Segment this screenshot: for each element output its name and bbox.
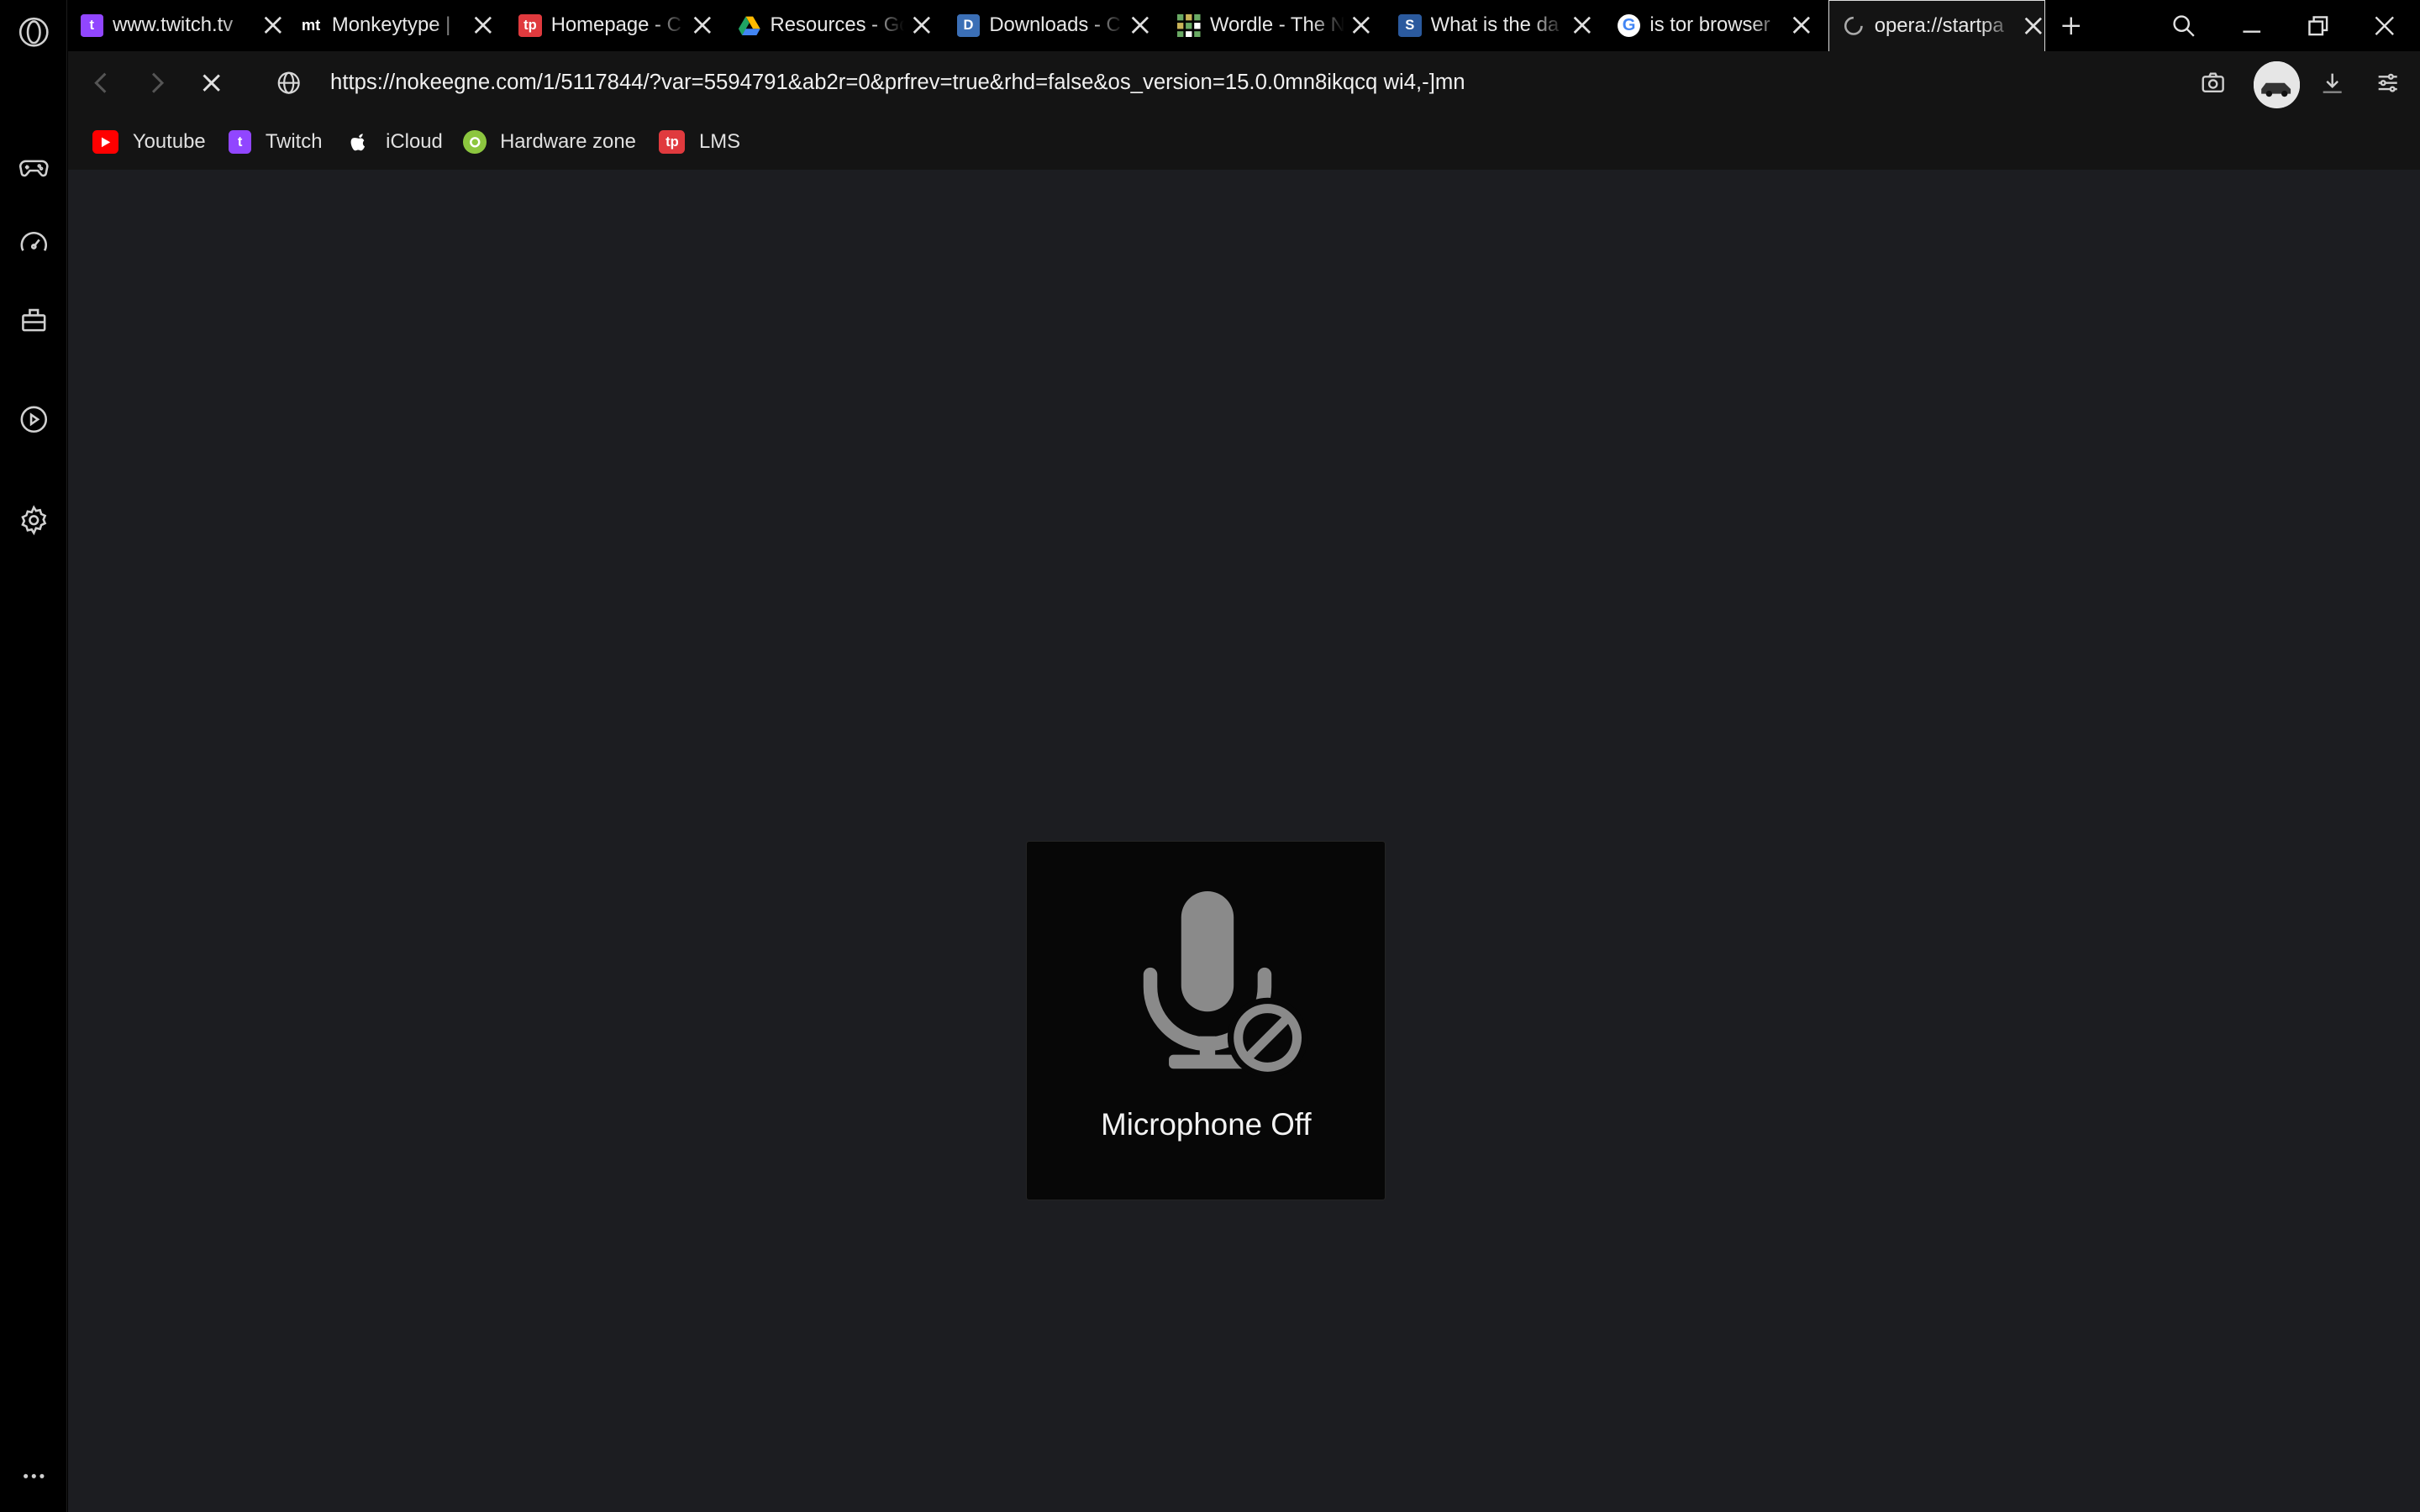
apple-icon — [345, 130, 371, 154]
close-tab-icon[interactable] — [472, 14, 494, 36]
car-avatar-icon — [2253, 61, 2300, 108]
easy-setup-icon[interactable] — [2372, 68, 2403, 99]
page-content: Microphone Off — [67, 170, 2420, 1512]
close-tab-icon[interactable] — [1350, 14, 1372, 36]
back-icon[interactable] — [87, 68, 118, 99]
forward-icon[interactable] — [140, 68, 171, 99]
tab-title: www.twitch.tv — [113, 13, 234, 37]
bookmark-icloud[interactable]: iCloud — [345, 127, 443, 158]
avatar[interactable] — [2253, 61, 2300, 108]
search-icon[interactable] — [2167, 9, 2201, 43]
gamepad-icon[interactable] — [15, 148, 52, 185]
restore-icon[interactable] — [2302, 9, 2335, 43]
bookmark-label: Twitch — [265, 129, 323, 153]
loading-spinner-icon — [1842, 14, 1865, 38]
tp-icon: tp — [518, 13, 542, 38]
more-icon[interactable] — [15, 1458, 52, 1495]
microphone-status-label: Microphone Off — [1101, 1106, 1312, 1142]
youtube-icon — [92, 130, 119, 154]
extensions-icon[interactable] — [15, 301, 52, 338]
tab-title: Monkeytype | — [331, 13, 451, 37]
tab-title: Downloads - C — [989, 13, 1121, 37]
close-tab-icon[interactable] — [1791, 14, 1812, 36]
snapshot-icon[interactable] — [2197, 68, 2228, 99]
tab[interactable]: tp Homepage - C — [518, 0, 713, 51]
twitch-icon: t — [80, 13, 104, 38]
new-tab-icon[interactable] — [2054, 9, 2088, 43]
download-icon[interactable] — [2317, 68, 2348, 99]
tab[interactable]: Wordle - The N — [1177, 0, 1371, 51]
minimize-icon[interactable] — [2235, 9, 2269, 43]
tab[interactable]: Resources - Go — [738, 0, 932, 51]
tab-bar: t www.twitch.tv mt Monkeytype | tp Homep… — [67, 0, 2420, 51]
close-tab-icon[interactable] — [911, 14, 933, 36]
address-bar: https://nokeegne.com/1/5117844/?var=5594… — [67, 50, 2420, 116]
google-icon: G — [1617, 13, 1641, 38]
tp-icon: tp — [659, 130, 686, 154]
bookmark-hardware-zone[interactable]: Hardware zone — [463, 127, 636, 158]
tab-active[interactable]: opera://startpa — [1828, 0, 2045, 51]
tab-title: Wordle - The N — [1209, 13, 1344, 37]
bookmark-label: LMS — [699, 129, 741, 153]
tab-title: Homepage - C — [550, 13, 681, 37]
close-tab-icon[interactable] — [1129, 14, 1151, 36]
close-window-icon[interactable] — [2367, 9, 2401, 43]
monkeytype-icon: mt — [299, 13, 323, 38]
wordle-icon — [1177, 13, 1201, 38]
tab[interactable]: S What is the da — [1398, 0, 1592, 51]
close-tab-icon[interactable] — [2023, 15, 2044, 37]
close-tab-icon[interactable] — [262, 14, 284, 36]
stackexchange-icon: S — [1398, 13, 1422, 38]
bookmarks-bar: Youtube t Twitch iCloud Hardware zone tp… — [67, 115, 2420, 171]
player-icon[interactable] — [15, 402, 52, 438]
bookmark-label: iCloud — [386, 129, 443, 153]
bookmark-twitch[interactable]: t Twitch — [228, 127, 323, 158]
speed-dial-icon[interactable] — [15, 225, 52, 262]
opera-logo-icon[interactable] — [15, 14, 52, 51]
bookmark-label: Youtube — [132, 129, 206, 153]
tab-title: is tor browser — [1649, 13, 1770, 37]
twitch-icon: t — [228, 130, 252, 154]
tab[interactable]: mt Monkeytype | — [299, 0, 493, 51]
downloads-icon: D — [956, 13, 981, 38]
site-info-icon[interactable] — [273, 68, 304, 99]
microphone-off-icon — [1144, 890, 1308, 1077]
sidebar — [0, 0, 67, 1512]
settings-icon[interactable] — [15, 501, 52, 538]
tab-title: What is the da — [1430, 13, 1560, 37]
close-tab-icon[interactable] — [692, 14, 713, 36]
tab[interactable]: D Downloads - C — [956, 0, 1151, 51]
tab-title: Resources - Go — [770, 13, 905, 37]
bookmark-youtube[interactable]: Youtube — [92, 127, 206, 158]
bookmark-label: Hardware zone — [500, 129, 636, 153]
hardwarezone-icon — [463, 130, 487, 154]
tab[interactable]: t www.twitch.tv — [80, 0, 284, 51]
microphone-status-overlay: Microphone Off — [1026, 840, 1386, 1200]
bookmark-lms[interactable]: tp LMS — [659, 127, 740, 158]
tab-title: opera://startpa — [1874, 13, 2004, 37]
stop-loading-icon[interactable] — [196, 68, 227, 99]
url-field[interactable]: https://nokeegne.com/1/5117844/?var=5594… — [330, 71, 1465, 95]
tab[interactable]: G is tor browser — [1617, 0, 1812, 51]
google-drive-icon — [738, 14, 761, 38]
close-tab-icon[interactable] — [1571, 14, 1593, 36]
